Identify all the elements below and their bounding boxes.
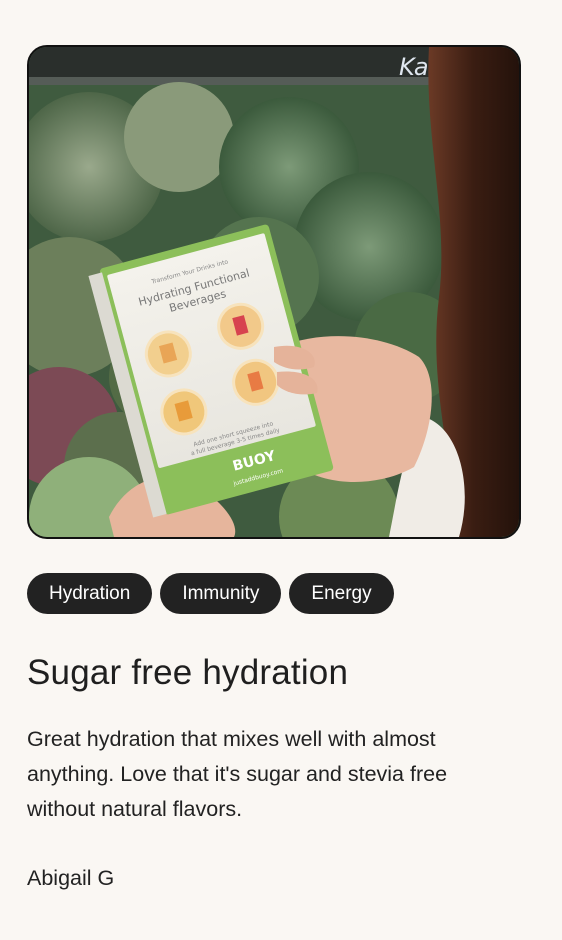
tag-immunity[interactable]: Immunity bbox=[160, 573, 282, 614]
tag-energy[interactable]: Energy bbox=[289, 573, 394, 614]
review-body: Great hydration that mixes well with alm… bbox=[27, 727, 448, 821]
review-card: Ka Transform Your Drinks into Hydrating … bbox=[27, 45, 521, 893]
review-author: Abigail G bbox=[27, 866, 115, 890]
tag-hydration[interactable]: Hydration bbox=[27, 573, 153, 614]
review-photo: Ka Transform Your Drinks into Hydrating … bbox=[27, 45, 521, 539]
product-photo-illustration: Ka Transform Your Drinks into Hydrating … bbox=[29, 47, 519, 537]
tag-list: Hydration Immunity Energy bbox=[27, 573, 521, 614]
svg-text:Ka: Ka bbox=[399, 53, 429, 81]
review-title: Sugar free hydration bbox=[27, 653, 349, 692]
